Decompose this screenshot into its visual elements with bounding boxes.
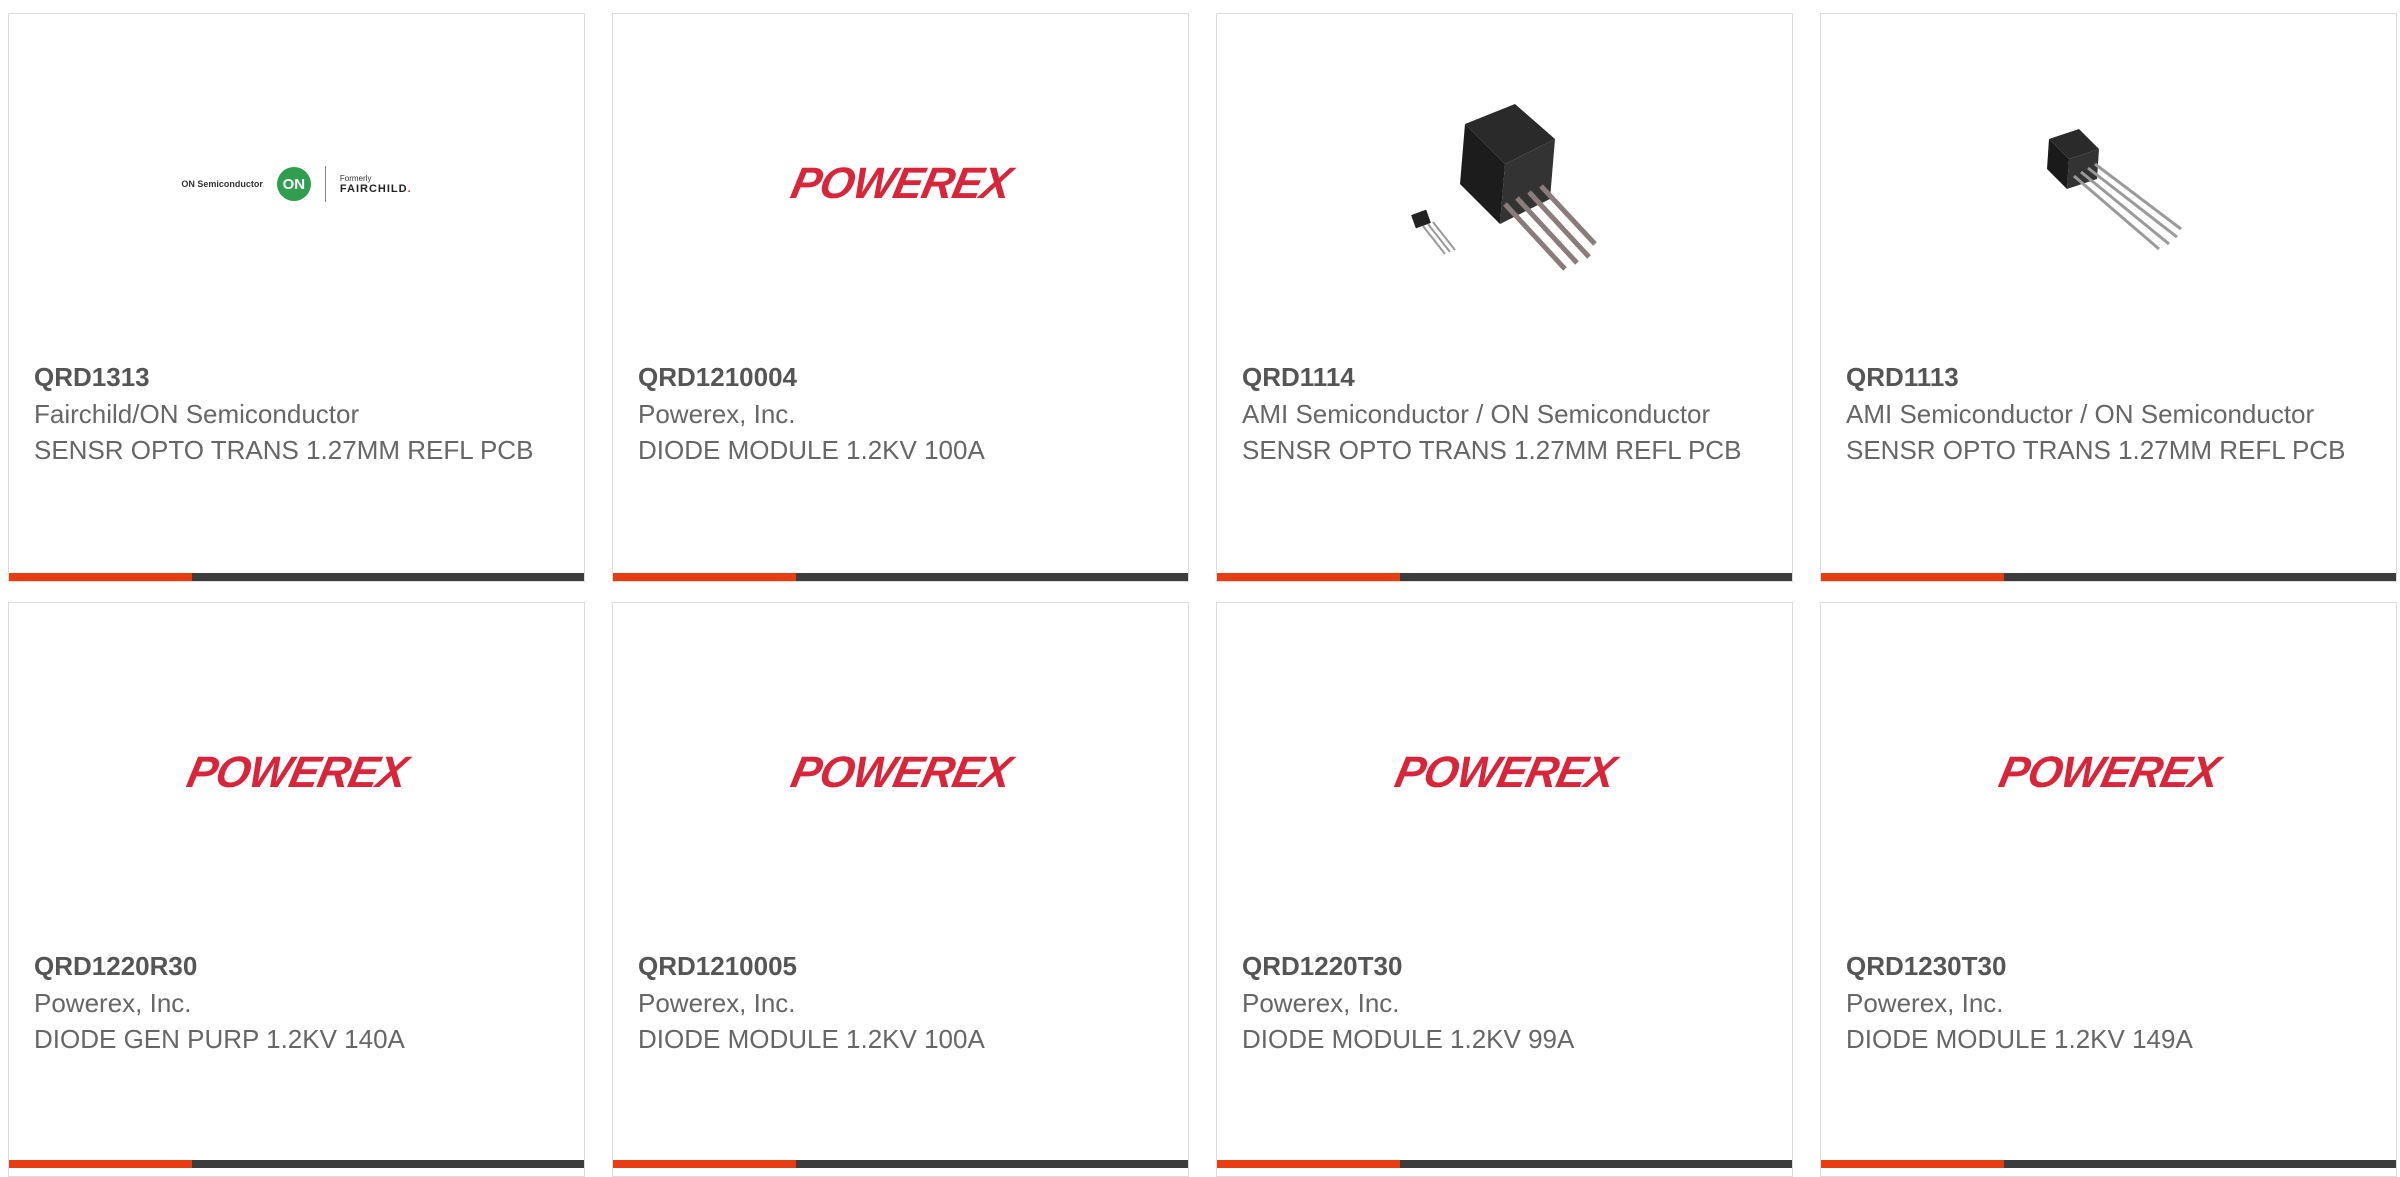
product-card[interactable]: POWEREX QRD1230T30 Powerex, Inc. DIODE M…	[1820, 602, 2397, 1177]
manufacturer: AMI Semiconductor / ON Semiconductor	[1242, 399, 1711, 429]
part-number[interactable]: QRD1220T30	[1242, 948, 1767, 984]
description: DIODE MODULE 1.2KV 100A	[638, 1024, 985, 1054]
part-number[interactable]: QRD1210004	[638, 359, 1163, 395]
product-card[interactable]: POWEREX QRD1220T30 Powerex, Inc. DIODE M…	[1216, 602, 1793, 1177]
part-number[interactable]: QRD1220R30	[34, 948, 559, 984]
card-bottom-bar	[613, 573, 1188, 581]
product-card[interactable]: ON Semiconductor ON Formerly FAIRCHILD. …	[8, 13, 585, 582]
powerex-logo: POWEREX	[1390, 748, 1619, 797]
manufacturer: AMI Semiconductor / ON Semiconductor	[1846, 399, 2315, 429]
part-number[interactable]: QRD1113	[1846, 359, 2371, 395]
description: DIODE MODULE 1.2KV 99A	[1242, 1024, 1575, 1054]
manufacturer: Powerex, Inc.	[1846, 988, 2004, 1018]
description: SENSR OPTO TRANS 1.27MM REFL PCB	[1242, 435, 1742, 465]
description: DIODE MODULE 1.2KV 149A	[1846, 1024, 2193, 1054]
powerex-logo: POWEREX	[1994, 748, 2223, 797]
product-image[interactable]: POWEREX	[613, 14, 1188, 354]
part-number[interactable]: QRD1313	[34, 359, 559, 395]
product-image[interactable]: POWEREX	[1217, 603, 1792, 943]
optical-sensor-photo-large	[1410, 104, 1597, 271]
description: SENSR OPTO TRANS 1.27MM REFL PCB	[34, 435, 534, 465]
product-grid: ON Semiconductor ON Formerly FAIRCHILD. …	[0, 0, 2400, 1177]
part-number[interactable]: QRD1230T30	[1846, 948, 2371, 984]
onsemi-fairchild-logo: ON Semiconductor ON Formerly FAIRCHILD.	[181, 166, 411, 202]
card-bottom-bar	[1821, 573, 2396, 581]
product-image[interactable]: ON Semiconductor ON Formerly FAIRCHILD.	[9, 14, 584, 354]
product-image[interactable]: POWEREX	[9, 603, 584, 943]
description: SENSR OPTO TRANS 1.27MM REFL PCB	[1846, 435, 2346, 465]
part-number[interactable]: QRD1114	[1242, 359, 1767, 395]
powerex-logo: POWEREX	[182, 748, 411, 797]
manufacturer: Powerex, Inc.	[34, 988, 192, 1018]
product-image[interactable]	[1821, 14, 2396, 354]
card-bottom-bar	[1217, 573, 1792, 581]
description: DIODE GEN PURP 1.2KV 140A	[34, 1024, 405, 1054]
powerex-logo: POWEREX	[786, 748, 1015, 797]
product-image[interactable]: POWEREX	[1821, 603, 2396, 943]
product-image[interactable]: POWEREX	[613, 603, 1188, 943]
product-card[interactable]: POWEREX QRD1210005 Powerex, Inc. DIODE M…	[612, 602, 1189, 1177]
manufacturer: Powerex, Inc.	[638, 988, 796, 1018]
product-image[interactable]	[1217, 14, 1792, 354]
product-card[interactable]: POWEREX QRD1210004 Powerex, Inc. DIODE M…	[612, 13, 1189, 582]
part-number[interactable]: QRD1210005	[638, 948, 1163, 984]
manufacturer: Powerex, Inc.	[1242, 988, 1400, 1018]
manufacturer: Fairchild/ON Semiconductor	[34, 399, 360, 429]
product-card[interactable]: POWEREX QRD1220R30 Powerex, Inc. DIODE G…	[8, 602, 585, 1177]
description: DIODE MODULE 1.2KV 100A	[638, 435, 985, 465]
product-card[interactable]: QRD1114 AMI Semiconductor / ON Semicondu…	[1216, 13, 1793, 582]
powerex-logo: POWEREX	[786, 159, 1015, 208]
product-card[interactable]: QRD1113 AMI Semiconductor / ON Semicondu…	[1820, 13, 2397, 582]
card-bottom-bar	[9, 573, 584, 581]
optical-sensor-photo-small	[2046, 129, 2182, 251]
manufacturer: Powerex, Inc.	[638, 399, 796, 429]
